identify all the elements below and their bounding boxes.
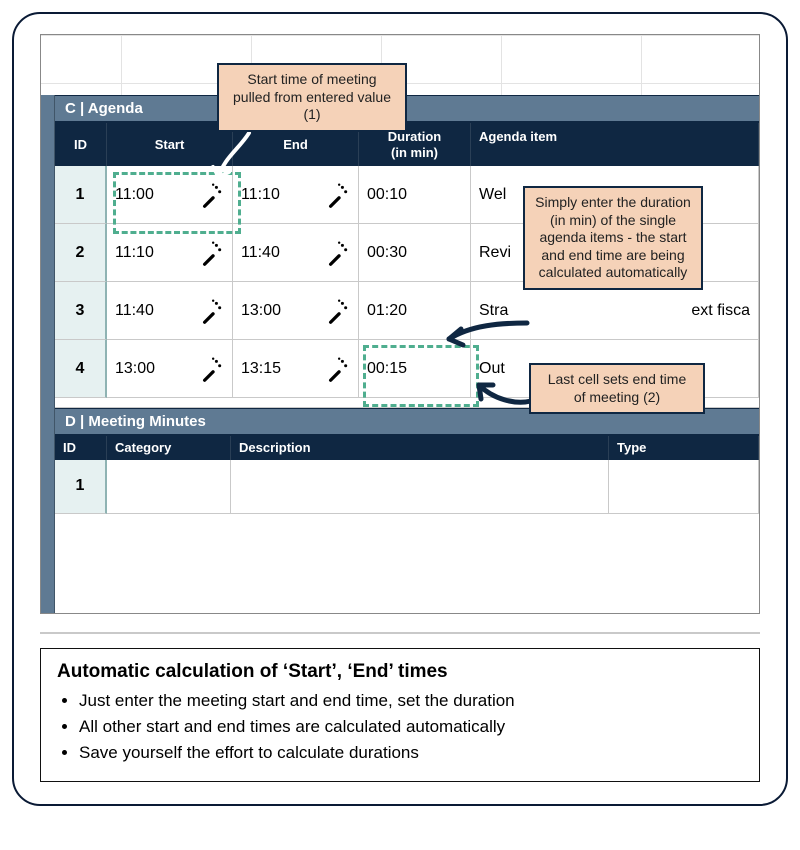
header-id: ID	[55, 123, 107, 166]
magic-wand-icon	[198, 356, 224, 382]
row-id[interactable]: 4	[55, 340, 107, 398]
cell-start[interactable]: 13:00	[107, 340, 233, 398]
header-start: Start	[107, 123, 233, 166]
cell-duration[interactable]: 01:20	[359, 282, 471, 340]
callout-duration-info: Simply enter the duration (in min) of th…	[523, 186, 703, 290]
info-bullets: Just enter the meeting start and end tim…	[57, 691, 743, 763]
info-title: Automatic calculation of ‘Start’, ‘End’ …	[57, 661, 743, 683]
row-id[interactable]: 1	[55, 166, 107, 224]
info-bullet: Save yourself the effort to calculate du…	[79, 743, 743, 763]
header-description: Description	[231, 436, 609, 460]
magic-wand-icon	[324, 356, 350, 382]
info-box: Automatic calculation of ‘Start’, ‘End’ …	[40, 648, 760, 782]
magic-wand-icon	[324, 240, 350, 266]
cell-end[interactable]: 11:10	[233, 166, 359, 224]
row-gutter	[41, 95, 55, 613]
info-bullet: All other start and end times are calcul…	[79, 717, 743, 737]
header-agenda-item: Agenda item	[471, 123, 759, 166]
header-id: ID	[55, 436, 107, 460]
cell-duration[interactable]: 00:10	[359, 166, 471, 224]
row-id[interactable]: 3	[55, 282, 107, 340]
header-category: Category	[107, 436, 231, 460]
cell-end[interactable]: 11:40	[233, 224, 359, 282]
agenda-row: 3 11:40 13:00 01:20 Stra ext fisca	[55, 282, 759, 340]
magic-wand-icon	[198, 182, 224, 208]
cell-start[interactable]: 11:40	[107, 282, 233, 340]
magic-wand-icon	[198, 240, 224, 266]
row-id[interactable]: 2	[55, 224, 107, 282]
cell-end[interactable]: 13:00	[233, 282, 359, 340]
callout-last-cell: Last cell sets end time of meeting (2)	[529, 363, 705, 414]
cell-category[interactable]	[107, 460, 231, 514]
minutes-row: 1	[55, 460, 759, 514]
divider	[40, 632, 760, 634]
cell-start[interactable]: 11:00	[107, 166, 233, 224]
row-id[interactable]: 1	[55, 460, 107, 514]
magic-wand-icon	[324, 298, 350, 324]
agenda-section: C | Agenda ID Start End Duration (in min…	[55, 95, 759, 514]
cell-end[interactable]: 13:15	[233, 340, 359, 398]
info-bullet: Just enter the meeting start and end tim…	[79, 691, 743, 711]
minutes-header-row: ID Category Description Type	[55, 436, 759, 460]
cell-duration[interactable]: 00:15	[359, 340, 471, 398]
header-type: Type	[609, 436, 759, 460]
magic-wand-icon	[198, 298, 224, 324]
cell-description[interactable]	[231, 460, 609, 514]
cell-start[interactable]: 11:10	[107, 224, 233, 282]
screenshot-frame: C | Agenda ID Start End Duration (in min…	[40, 34, 760, 614]
callout-start-time: Start time of meeting pulled from entere…	[217, 63, 407, 132]
minutes-rows: 1	[55, 460, 759, 514]
cell-duration[interactable]: 00:30	[359, 224, 471, 282]
feature-card: C | Agenda ID Start End Duration (in min…	[12, 12, 788, 806]
cell-agenda-item[interactable]: Stra ext fisca	[471, 282, 759, 340]
agenda-header-row: ID Start End Duration (in min) Agenda it…	[55, 123, 759, 166]
agenda-section-title: C | Agenda	[55, 95, 759, 123]
cell-type[interactable]	[609, 460, 759, 514]
magic-wand-icon	[324, 182, 350, 208]
